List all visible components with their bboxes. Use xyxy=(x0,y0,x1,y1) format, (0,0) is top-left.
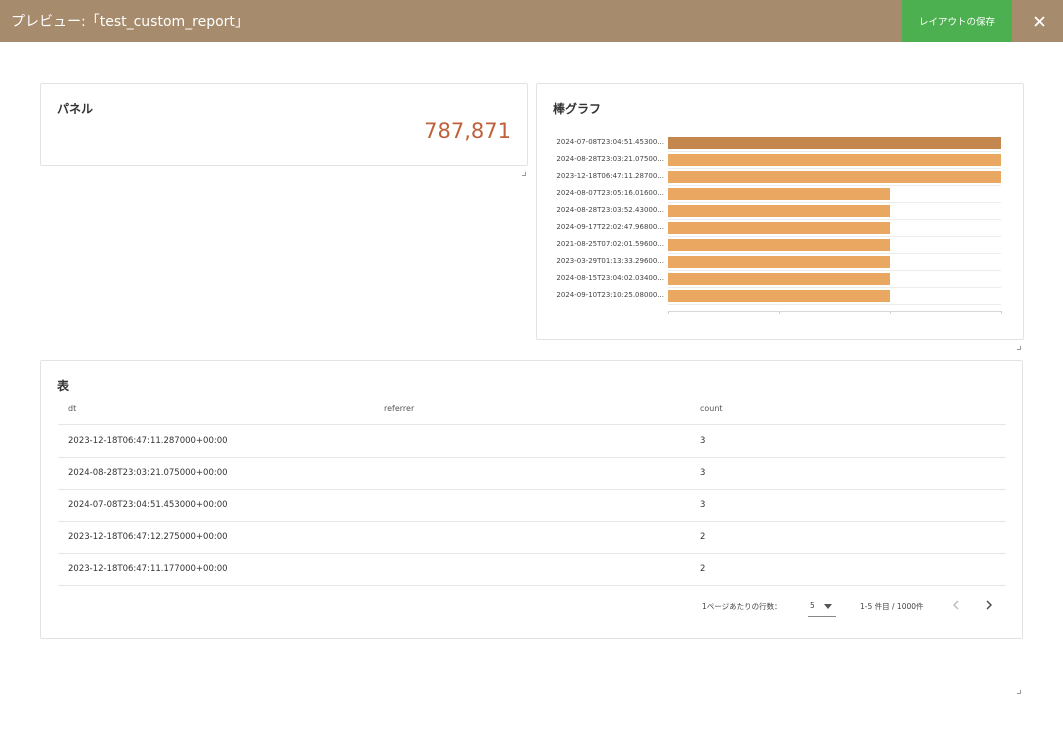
chart-gridline xyxy=(668,219,1001,220)
bar[interactable] xyxy=(668,273,890,285)
table-cell: 2024-07-08T23:04:51.453000+00:00 xyxy=(68,500,228,510)
chart-gridline xyxy=(668,287,1001,288)
bar-label: 2023-03-29T01:13:33.29600... xyxy=(556,257,664,265)
header-divider xyxy=(58,424,1006,425)
rows-per-page-select[interactable]: 5 xyxy=(808,597,836,617)
close-icon xyxy=(1033,15,1045,27)
bar[interactable] xyxy=(668,290,890,302)
bar-label: 2021-08-25T07:02:01.59600... xyxy=(556,240,664,248)
bar[interactable] xyxy=(668,256,890,268)
dropdown-arrow-icon xyxy=(824,604,832,609)
chart-gridline xyxy=(668,168,1001,169)
bar-label: 2024-07-08T23:04:51.45300... xyxy=(556,138,664,146)
chart-gridline xyxy=(668,270,1001,271)
preview-title: プレビュー:「test_custom_report」 xyxy=(11,14,249,30)
bar-chart-card: 棒グラフ 2024-07-08T23:04:51.45300... 2024-08… xyxy=(536,83,1024,340)
chart-x-tick xyxy=(779,311,780,314)
bar-label: 2024-08-07T23:05:16.01600... xyxy=(556,189,664,197)
bar-label: 2024-09-10T23:10:25.08000... xyxy=(556,291,664,299)
panel-title: パネル xyxy=(57,102,94,116)
bar-label: 2024-08-15T23:04:02.03400... xyxy=(556,274,664,282)
chart-gridline xyxy=(668,185,1001,186)
save-layout-button[interactable]: レイアウトの保存 xyxy=(902,0,1012,42)
bar[interactable] xyxy=(668,154,1001,166)
preview-header: プレビュー:「test_custom_report」 レイアウトの保存 xyxy=(0,0,1063,42)
bar-label: 2024-08-28T23:03:21.07500... xyxy=(556,155,664,163)
rows-per-page-value: 5 xyxy=(810,601,815,610)
table-cell: 3 xyxy=(700,500,706,510)
table-cell: 3 xyxy=(700,436,706,446)
chart-gridline xyxy=(668,304,1001,305)
panel-resize-handle[interactable] xyxy=(522,172,526,176)
bar-chart-plot: 2024-07-08T23:04:51.45300... 2024-08-28T2… xyxy=(537,84,1023,339)
table-row-divider xyxy=(58,521,1006,522)
panel-card: パネル 787,871 xyxy=(40,83,528,166)
chart-gridline xyxy=(668,253,1001,254)
bar[interactable] xyxy=(668,171,1001,183)
table-cell: 2023-12-18T06:47:11.177000+00:00 xyxy=(68,564,228,574)
table-cell: 2024-08-28T23:03:21.075000+00:00 xyxy=(68,468,228,478)
bar-label: 2024-08-28T23:03:52.43000... xyxy=(556,206,664,214)
table-cell: 2023-12-18T06:47:11.287000+00:00 xyxy=(68,436,228,446)
bar[interactable] xyxy=(668,222,890,234)
table-row-divider xyxy=(58,489,1006,490)
bar-label: 2024-09-17T22:02:47.96800... xyxy=(556,223,664,231)
table-row-divider xyxy=(58,457,1006,458)
chart-gridline xyxy=(668,236,1001,237)
chevron-left-icon xyxy=(953,600,959,610)
column-header-referrer[interactable]: referrer xyxy=(384,404,414,413)
bar-chart-resize-handle[interactable] xyxy=(1017,346,1021,350)
panel-value: 787,871 xyxy=(424,119,511,143)
bar-label: 2023-12-18T06:47:11.28700... xyxy=(556,172,664,180)
bar[interactable] xyxy=(668,137,1001,149)
table-cell: 2 xyxy=(700,564,706,574)
table-card: 表 dt referrer count 2023-12-18T06:47:11.… xyxy=(40,360,1023,639)
table-row-divider xyxy=(58,585,1006,586)
chart-x-axis xyxy=(668,311,1001,312)
close-button[interactable] xyxy=(1024,0,1054,42)
chart-gridline xyxy=(668,202,1001,203)
table-row-divider xyxy=(58,553,1006,554)
chevron-right-icon xyxy=(986,600,992,610)
chart-x-tick xyxy=(668,311,669,314)
previous-page-button[interactable] xyxy=(947,596,965,614)
table-cell: 3 xyxy=(700,468,706,478)
bar[interactable] xyxy=(668,239,890,251)
chart-gridline xyxy=(668,151,1001,152)
bar[interactable] xyxy=(668,205,890,217)
table-title: 表 xyxy=(57,379,70,393)
pagination-range: 1-5 件目 / 1000件 xyxy=(860,602,924,611)
bar[interactable] xyxy=(668,188,890,200)
table-cell: 2023-12-18T06:47:12.275000+00:00 xyxy=(68,532,228,542)
chart-x-tick xyxy=(890,311,891,314)
table-resize-handle[interactable] xyxy=(1017,690,1021,694)
column-header-dt[interactable]: dt xyxy=(68,404,76,413)
column-header-count[interactable]: count xyxy=(700,404,723,413)
rows-per-page-label: 1ページあたりの行数： xyxy=(702,602,782,611)
table-cell: 2 xyxy=(700,532,706,542)
next-page-button[interactable] xyxy=(980,596,998,614)
chart-x-tick xyxy=(1001,311,1002,314)
